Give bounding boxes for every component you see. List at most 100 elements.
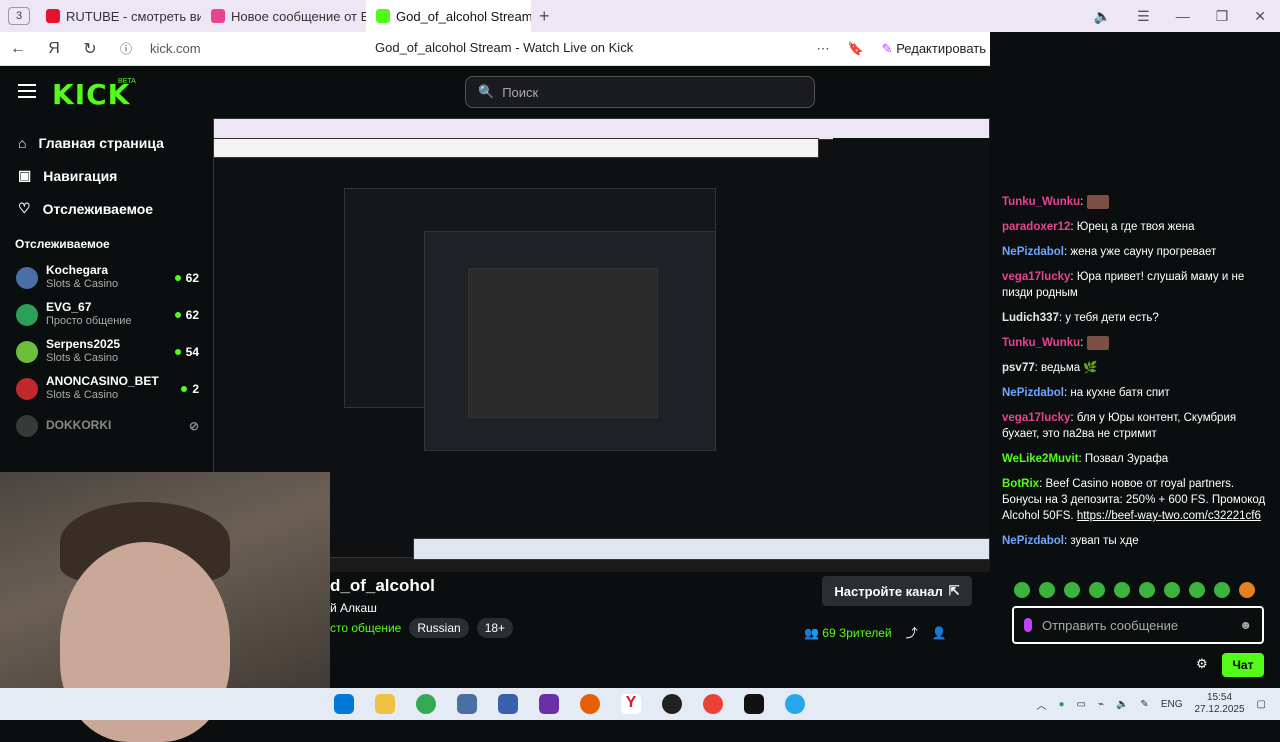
tab-count-badge[interactable]: 3	[8, 7, 30, 25]
nav-following[interactable]: ♡ Отслеживаемое	[0, 192, 213, 225]
channel-item-anoncasino[interactable]: ANONCASINO_BET Slots & Casino 2	[0, 370, 213, 407]
share-icon[interactable]: ⤴	[906, 624, 918, 641]
emoji-icon[interactable]: ☻	[1239, 618, 1252, 632]
following-section-title: Отслеживаемое	[15, 237, 110, 251]
channel-item-dokkorki[interactable]: DOKKORKI ⊘	[0, 407, 213, 444]
tab-rutube[interactable]: RUTUBE - смотреть виде	[36, 0, 201, 32]
chat-message: Ludich337: у тебя дети есть?	[1002, 310, 1270, 326]
avatar	[16, 377, 38, 400]
channel-item-serpens[interactable]: Serpens2025 Slots & Casino 54	[0, 333, 213, 370]
chat-separator: :	[1080, 337, 1087, 349]
chat-username[interactable]: NePizdabol	[1002, 387, 1064, 399]
security-icon[interactable]: ⓘ	[108, 40, 144, 57]
firefox-icon[interactable]	[580, 694, 600, 714]
yandex-browser-icon[interactable]: Y	[621, 694, 641, 714]
emote-icon[interactable]	[1114, 582, 1130, 598]
browse-icon: ▣	[18, 167, 32, 183]
nav-home[interactable]: ⌂ Главная страница	[0, 126, 213, 159]
app-icon[interactable]	[457, 694, 477, 714]
send-chat-button[interactable]: Чат	[1222, 653, 1264, 677]
chat-username[interactable]: psv77	[1002, 362, 1035, 374]
url-text[interactable]: kick.com	[150, 41, 201, 56]
avatar	[16, 303, 38, 326]
microphone-icon[interactable]	[1024, 618, 1032, 632]
nav-browse[interactable]: ▣ Навигация	[0, 159, 213, 192]
chat-username[interactable]: Tunku_Wunku	[1002, 337, 1080, 349]
emote-icon[interactable]	[1189, 582, 1205, 598]
chat-username[interactable]: vega17lucky	[1002, 412, 1070, 424]
setup-channel-button[interactable]: Настройте канал ⇱	[822, 576, 972, 606]
telegram-icon[interactable]	[785, 694, 805, 714]
emote-icon[interactable]	[1139, 582, 1155, 598]
channel-title[interactable]: d_of_alcohol	[330, 576, 435, 596]
yandex-icon[interactable]: Я	[36, 40, 72, 58]
opera-icon[interactable]	[703, 694, 723, 714]
tag-18plus[interactable]: 18+	[476, 618, 514, 638]
menu-icon[interactable]: ☰	[1137, 8, 1150, 25]
webcam-overlay	[0, 472, 330, 742]
obs-icon[interactable]	[744, 694, 764, 714]
category-link[interactable]: сто общение	[330, 621, 401, 635]
tag-russian[interactable]: Russian	[409, 618, 469, 638]
volume-icon[interactable]: 🔈	[1094, 8, 1111, 25]
emote-icon[interactable]	[1039, 582, 1055, 598]
emote-icon[interactable]	[1214, 582, 1230, 598]
chat-username[interactable]: WeLike2Muvit	[1002, 453, 1078, 465]
notifications-icon[interactable]: ▢	[1257, 699, 1266, 710]
tray-app-icon[interactable]: ●	[1058, 699, 1064, 710]
emote-icon[interactable]	[1164, 582, 1180, 598]
chat-username[interactable]: Tunku_Wunku	[1002, 196, 1080, 208]
new-tab-icon[interactable]: +	[539, 6, 550, 27]
offline-icon: ⊘	[188, 418, 199, 433]
chat-username[interactable]: Ludich337	[1002, 312, 1059, 324]
chat-link[interactable]: https://beef-way-two.com/c32221cf6	[1077, 510, 1261, 522]
speaker-icon[interactable]: 🔈	[1116, 699, 1128, 710]
chat-input[interactable]: Отправить сообщение ☻	[1012, 606, 1264, 644]
pen-tray-icon[interactable]: ✎	[1140, 699, 1148, 710]
chat-username[interactable]: vega17lucky	[1002, 271, 1070, 283]
language-indicator[interactable]: ENG	[1161, 699, 1183, 710]
chat-username[interactable]: NePizdabol	[1002, 246, 1064, 258]
pen-icon: ✎	[881, 41, 893, 56]
tray-chevron-icon[interactable]: ︿	[1036, 697, 1046, 712]
chat-username[interactable]: NePizdabol	[1002, 535, 1064, 547]
folder-icon[interactable]	[375, 694, 395, 714]
nested-tabbar	[213, 118, 990, 140]
app-icon[interactable]	[498, 694, 518, 714]
chat-username[interactable]: BotRix	[1002, 478, 1039, 490]
hamburger-menu-icon[interactable]	[18, 84, 36, 98]
emote-icon[interactable]	[1089, 582, 1105, 598]
tab-kick[interactable]: God_of_alcohol Stream ✕	[366, 0, 531, 32]
channel-item-kochegara[interactable]: Kochegara Slots & Casino 62	[0, 259, 213, 296]
search-input[interactable]: 🔍 Поиск	[465, 76, 815, 108]
minimize-icon[interactable]: —	[1176, 8, 1190, 25]
avatar	[16, 414, 38, 437]
chat-username[interactable]: paradoxer12	[1002, 221, 1070, 233]
edit-button[interactable]: ✎ Редактировать	[882, 41, 986, 57]
emote-icon[interactable]	[1239, 582, 1255, 598]
nested-addressbar	[213, 138, 819, 158]
user-add-icon[interactable]: 👤	[932, 626, 947, 640]
more-icon[interactable]: ⋯	[816, 41, 829, 57]
chat-panel: Tunku_Wunku: paradoxer12: Юрец а где тво…	[990, 34, 1280, 690]
clock[interactable]: 15:54 27.12.2025	[1194, 692, 1244, 716]
channel-item-evg67[interactable]: EVG_67 Просто общение 62	[0, 296, 213, 333]
chat-settings-icon[interactable]: ⚙	[1196, 656, 1208, 672]
emote-icon[interactable]	[1064, 582, 1080, 598]
tab-message[interactable]: Новое сообщение от Eliza	[201, 0, 366, 32]
battery-icon[interactable]: ▭	[1076, 699, 1085, 710]
edge-icon[interactable]	[334, 694, 354, 714]
reload-icon[interactable]: ↻	[72, 39, 108, 59]
chrome-icon[interactable]	[416, 694, 436, 714]
emote-icon[interactable]	[1014, 582, 1030, 598]
back-icon[interactable]: ←	[0, 40, 36, 58]
app-icon[interactable]	[539, 694, 559, 714]
app-icon[interactable]	[662, 694, 682, 714]
beta-badge: BETA	[118, 78, 136, 85]
bookmark-icon[interactable]: 🔖	[847, 41, 863, 57]
close-window-icon[interactable]: ✕	[1254, 8, 1266, 25]
network-icon[interactable]: ⌁	[1098, 699, 1104, 710]
maximize-icon[interactable]: ❐	[1216, 8, 1229, 25]
chat-message: NePizdabol: на кухне батя спит	[1002, 385, 1270, 401]
browser-tab-bar: 3 RUTUBE - смотреть виде Новое сообщение…	[0, 0, 1280, 32]
